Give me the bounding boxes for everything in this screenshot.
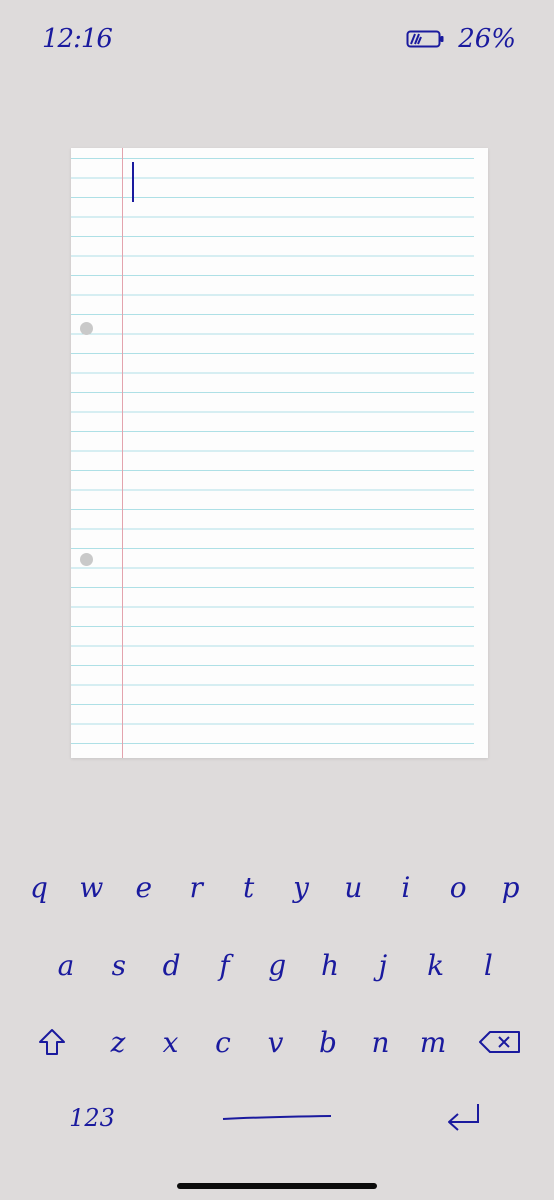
battery-icon — [406, 29, 446, 49]
key-a[interactable]: a — [48, 930, 84, 1000]
key-o[interactable]: o — [440, 852, 476, 922]
shift-icon — [37, 1027, 67, 1057]
punch-hole — [80, 322, 93, 335]
shift-key[interactable] — [34, 1007, 70, 1077]
key-e[interactable]: e — [126, 852, 162, 922]
key-r[interactable]: r — [178, 852, 214, 922]
backspace-key[interactable] — [478, 1007, 522, 1077]
notebook-paper[interactable] — [71, 148, 488, 758]
text-cursor — [132, 162, 134, 202]
key-g[interactable]: g — [259, 930, 295, 1000]
key-v[interactable]: v — [258, 1007, 294, 1077]
key-n[interactable]: n — [363, 1007, 399, 1077]
key-l[interactable]: l — [470, 930, 506, 1000]
key-q[interactable]: q — [21, 852, 57, 922]
return-key[interactable] — [442, 1083, 486, 1153]
home-indicator[interactable] — [177, 1183, 377, 1189]
battery-percent: 26% — [458, 24, 516, 54]
backspace-icon — [478, 1028, 522, 1056]
status-right: 26% — [406, 24, 516, 54]
keyboard: qwertyuiop asdfghjkl zxcvbnm 123 — [0, 850, 554, 1150]
key-k[interactable]: k — [418, 930, 454, 1000]
keyboard-row-2: asdfghjkl — [0, 930, 554, 1000]
punch-hole — [80, 553, 93, 566]
key-i[interactable]: i — [388, 852, 424, 922]
key-y[interactable]: y — [283, 852, 319, 922]
status-time: 12:16 — [42, 24, 113, 54]
margin-line — [122, 148, 123, 758]
key-p[interactable]: p — [493, 852, 529, 922]
key-u[interactable]: u — [335, 852, 371, 922]
keyboard-row-4: 123 — [0, 1083, 554, 1153]
space-bar[interactable] — [217, 1083, 337, 1153]
keyboard-row-1: qwertyuiop — [0, 852, 554, 922]
key-f[interactable]: f — [206, 930, 242, 1000]
key-z[interactable]: z — [100, 1007, 136, 1077]
numbers-key[interactable]: 123 — [69, 1083, 115, 1153]
key-c[interactable]: c — [205, 1007, 241, 1077]
keyboard-row-3: zxcvbnm — [0, 1007, 554, 1077]
key-w[interactable]: w — [73, 852, 109, 922]
key-h[interactable]: h — [312, 930, 348, 1000]
key-m[interactable]: m — [415, 1007, 451, 1077]
key-b[interactable]: b — [310, 1007, 346, 1077]
key-x[interactable]: x — [153, 1007, 189, 1077]
key-t[interactable]: t — [231, 852, 267, 922]
return-icon — [442, 1100, 486, 1136]
key-d[interactable]: d — [154, 930, 190, 1000]
key-j[interactable]: j — [365, 930, 401, 1000]
key-s[interactable]: s — [101, 930, 137, 1000]
ruled-lines — [71, 158, 474, 748]
